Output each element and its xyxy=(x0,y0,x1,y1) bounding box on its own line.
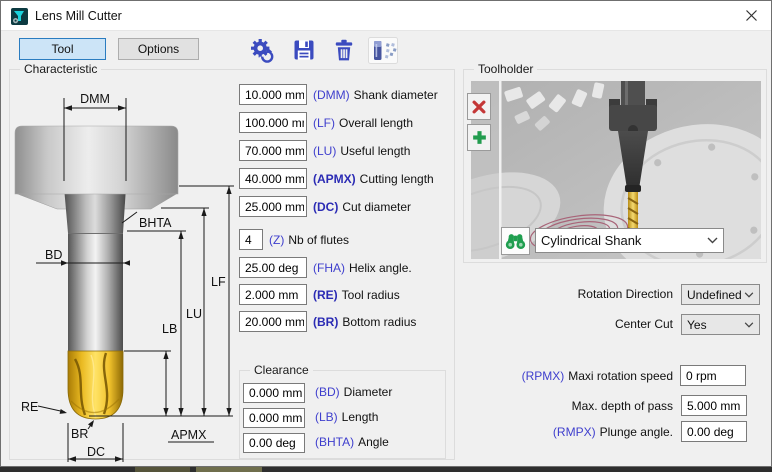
lens-mill-cutter-dialog: Lens Mill Cutter Tool Options xyxy=(0,0,772,467)
max-depth-field[interactable] xyxy=(681,395,747,416)
rotation-direction-select[interactable]: Undefined xyxy=(681,284,760,305)
window-title: Lens Mill Cutter xyxy=(35,1,122,31)
label-apmx: APMX xyxy=(171,428,207,442)
tool-chips-icon xyxy=(368,37,398,64)
z-label: Nb of flutes xyxy=(288,233,349,247)
add-toolholder-button[interactable] xyxy=(467,124,491,151)
tool-dimension-diagram: DMM BHTA BD LF LU LB RE BR DC APMX xyxy=(11,81,239,464)
label-re: RE xyxy=(21,400,38,414)
clearance-diameter-field[interactable] xyxy=(243,383,305,403)
green-plus-icon xyxy=(472,130,487,145)
fha-code: (FHA) xyxy=(313,261,345,275)
rmpx-code: (RMPX) xyxy=(553,425,596,439)
br-code: (BR) xyxy=(313,315,338,329)
chevron-down-icon xyxy=(744,322,754,328)
shank-diameter-field[interactable] xyxy=(239,84,307,105)
re-label: Tool radius xyxy=(342,288,400,302)
cutting-length-field[interactable] xyxy=(239,168,307,189)
apmx-code: (APMX) xyxy=(313,172,356,186)
desktop-sliver xyxy=(0,467,772,472)
app-icon xyxy=(11,8,28,25)
dmm-label: Shank diameter xyxy=(354,88,438,102)
remove-toolholder-button[interactable] xyxy=(467,93,491,120)
toolholder-group-label: Toolholder xyxy=(474,62,537,76)
re-code: (RE) xyxy=(313,288,338,302)
lf-code: (LF) xyxy=(313,116,335,130)
lu-code: (LU) xyxy=(313,144,336,158)
useful-length-field[interactable] xyxy=(239,140,307,161)
tool-assembly-button[interactable] xyxy=(366,35,400,65)
shank-type-value: Cylindrical Shank xyxy=(541,233,641,248)
clearance-group-label: Clearance xyxy=(250,363,313,377)
tab-tool[interactable]: Tool xyxy=(19,38,106,60)
apmx-label: Cutting length xyxy=(360,172,434,186)
close-button[interactable] xyxy=(731,1,771,30)
br-label: Bottom radius xyxy=(342,315,416,329)
reset-tool-button[interactable] xyxy=(246,35,278,65)
label-bd: BD xyxy=(45,248,62,262)
red-x-icon xyxy=(472,100,486,114)
chevron-down-icon xyxy=(744,292,754,298)
max-rotation-speed-field[interactable] xyxy=(680,365,746,386)
nb-flutes-field[interactable] xyxy=(239,229,263,250)
dc-code: (DC) xyxy=(313,200,338,214)
label-lu: LU xyxy=(186,307,202,321)
label-lb: LB xyxy=(162,322,177,336)
desktop-sliver-detail xyxy=(196,467,262,472)
characteristic-group-label: Characteristic xyxy=(20,62,101,76)
close-icon xyxy=(745,9,758,22)
clearance-length-field[interactable] xyxy=(243,408,305,428)
shank-type-select[interactable]: Cylindrical Shank xyxy=(535,228,724,253)
title-bar: Lens Mill Cutter xyxy=(1,1,771,31)
max-depth-label: Max. depth of pass xyxy=(572,399,673,413)
chevron-down-icon xyxy=(707,237,718,244)
save-tool-button[interactable] xyxy=(288,35,320,65)
gear-refresh-icon xyxy=(249,37,276,64)
rpmx-label: (RPMX)Maxi rotation speed xyxy=(522,369,673,383)
label-br: BR xyxy=(71,427,88,441)
helix-angle-field[interactable] xyxy=(239,257,307,278)
rotation-direction-label: Rotation Direction xyxy=(578,287,673,301)
label-lf: LF xyxy=(211,275,226,289)
bhta-code: (BHTA) xyxy=(315,435,354,449)
overall-length-field[interactable] xyxy=(239,112,307,133)
dc-label: Cut diameter xyxy=(342,200,411,214)
delete-tool-button[interactable] xyxy=(328,35,360,65)
lf-label: Overall length xyxy=(339,116,413,130)
tab-options[interactable]: Options xyxy=(118,38,199,60)
fha-label: Helix angle. xyxy=(349,261,412,275)
center-cut-value: Yes xyxy=(687,318,707,332)
tool-illustration xyxy=(15,126,178,419)
browse-shank-button[interactable] xyxy=(501,227,530,255)
tool-radius-field[interactable] xyxy=(239,284,307,305)
lb-label: Length xyxy=(342,410,379,424)
dmm-code: (DMM) xyxy=(313,88,350,102)
trash-icon xyxy=(331,37,357,63)
bottom-radius-field[interactable] xyxy=(239,311,307,332)
bd-code: (BD) xyxy=(315,385,340,399)
rmpx-label-text: Plunge angle. xyxy=(600,425,673,439)
bhta-label: Angle xyxy=(358,435,389,449)
label-bhta: BHTA xyxy=(139,216,172,230)
save-icon xyxy=(291,37,317,63)
desktop-sliver-detail xyxy=(135,467,190,472)
label-dc: DC xyxy=(87,445,105,459)
cut-diameter-field[interactable] xyxy=(239,196,307,217)
z-code: (Z) xyxy=(269,233,284,247)
lu-label: Useful length xyxy=(340,144,410,158)
clearance-angle-field[interactable] xyxy=(243,433,305,453)
center-cut-label: Center Cut xyxy=(615,317,673,331)
center-cut-select[interactable]: Yes xyxy=(681,314,760,335)
label-dmm: DMM xyxy=(80,92,110,106)
bd-label: Diameter xyxy=(344,385,393,399)
rmpx-label: (RMPX) Plunge angle. xyxy=(553,425,673,439)
rpmx-label-text: Maxi rotation speed xyxy=(568,369,673,383)
plunge-angle-field[interactable] xyxy=(681,421,747,442)
binoculars-icon xyxy=(505,232,526,250)
rotation-direction-value: Undefined xyxy=(687,288,742,302)
rpmx-code: (RPMX) xyxy=(522,369,565,383)
lb-code: (LB) xyxy=(315,410,338,424)
